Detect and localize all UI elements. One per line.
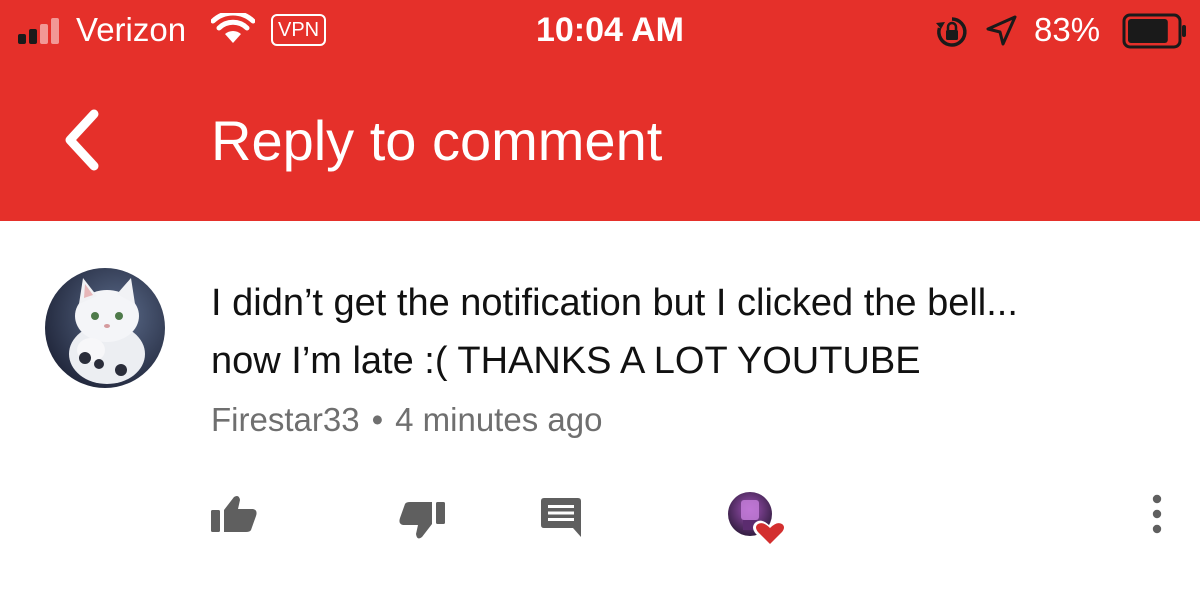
back-chevron-icon xyxy=(65,109,99,171)
comment-text-line-1: I didn’t get the notification but I clic… xyxy=(211,282,1018,324)
dislike-button[interactable] xyxy=(398,500,446,542)
battery-icon xyxy=(1122,13,1186,49)
like-button[interactable] xyxy=(210,494,258,534)
meta-separator: • xyxy=(371,401,384,438)
lock-rotation-icon xyxy=(936,17,967,47)
creator-heart-icon xyxy=(728,492,786,548)
comment-author[interactable]: Firestar33 xyxy=(211,401,360,438)
vpn-badge: VPN xyxy=(271,14,327,46)
reply-icon xyxy=(541,498,581,537)
status-time: 10:04 AM xyxy=(535,11,685,49)
wifi-icon xyxy=(211,13,255,43)
battery-percent: 83% xyxy=(1034,11,1101,48)
carrier-name: Verizon xyxy=(76,11,187,48)
back-button[interactable] xyxy=(52,100,122,180)
more-button[interactable] xyxy=(1146,494,1168,534)
comment-time: 4 minutes ago xyxy=(395,401,603,438)
thumbs-down-icon xyxy=(399,502,445,539)
app-header: Verizon VPN 10:04 AM 83% Reply to commen… xyxy=(0,0,1200,221)
thumbs-up-icon xyxy=(211,496,257,532)
page-title: Reply to comment xyxy=(211,109,663,172)
white-cat-avatar xyxy=(45,268,165,388)
reply-button[interactable] xyxy=(540,496,582,538)
comment-text: I didn’t get the notification but I clic… xyxy=(211,274,1171,390)
comment-meta: Firestar33 • 4 minutes ago xyxy=(211,396,602,444)
creator-heart-button[interactable] xyxy=(724,490,786,550)
signal-icon xyxy=(18,18,59,44)
location-icon xyxy=(986,15,1017,46)
avatar[interactable] xyxy=(45,268,165,388)
comment-text-line-2: now I’m late :( THANKS A LOT YOUTUBE xyxy=(211,340,921,382)
status-bar: Verizon VPN 10:04 AM 83% xyxy=(0,0,1200,64)
more-vertical-icon xyxy=(1152,494,1162,534)
